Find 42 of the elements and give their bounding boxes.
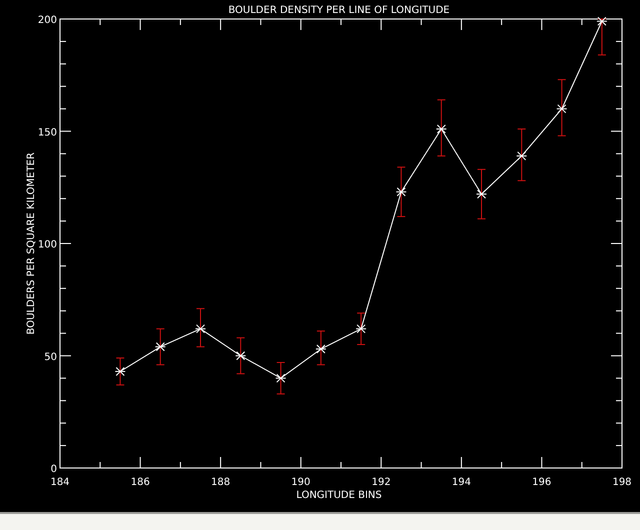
error-bar — [477, 168, 486, 220]
error-bar — [156, 328, 165, 366]
data-point — [315, 344, 326, 354]
data-point — [275, 374, 286, 383]
x-tick-label: 184 — [50, 477, 70, 488]
error-bar — [276, 362, 286, 394]
x-tick-label: 198 — [612, 477, 632, 488]
data-point — [195, 324, 206, 334]
error-bar — [436, 99, 446, 156]
data-point — [556, 104, 568, 114]
data-point — [396, 187, 407, 196]
data-point — [436, 124, 447, 134]
error-bar — [396, 166, 406, 218]
error-bar — [116, 358, 125, 386]
x-tick-label: 194 — [452, 477, 471, 488]
y-tick-label: 50 — [44, 352, 57, 363]
y-tick-label: 200 — [38, 15, 57, 26]
error-bar — [196, 308, 205, 348]
error-bar — [316, 330, 326, 366]
y-tick-label: 0 — [50, 464, 57, 475]
error-bar — [597, 18, 606, 56]
data-point — [476, 190, 487, 199]
data-point — [596, 16, 608, 26]
y-tick-label: 150 — [38, 127, 57, 138]
data-point — [356, 324, 367, 334]
data-point — [516, 151, 528, 160]
error-bar — [356, 312, 366, 346]
x-tick-label: 192 — [372, 477, 391, 488]
chart-title: BOULDER DENSITY PER LINE OF LONGITUDE — [228, 5, 450, 16]
error-bar — [517, 128, 526, 182]
y-tick-label: 100 — [38, 240, 57, 250]
data-point — [114, 366, 126, 376]
data-point — [154, 342, 166, 352]
y-axis-title: BOULDERS PER SQUARE KILOMETER — [26, 152, 37, 335]
x-tick-label: 196 — [532, 477, 552, 488]
x-tick-label: 190 — [291, 477, 310, 488]
x-tick-label: 186 — [130, 477, 150, 488]
error-bar — [236, 337, 246, 374]
x-axis-title: LONGITUDE BINS — [296, 490, 382, 501]
error-bar — [557, 79, 566, 136]
data-point — [235, 351, 246, 360]
x-tick-label: 188 — [211, 477, 230, 488]
